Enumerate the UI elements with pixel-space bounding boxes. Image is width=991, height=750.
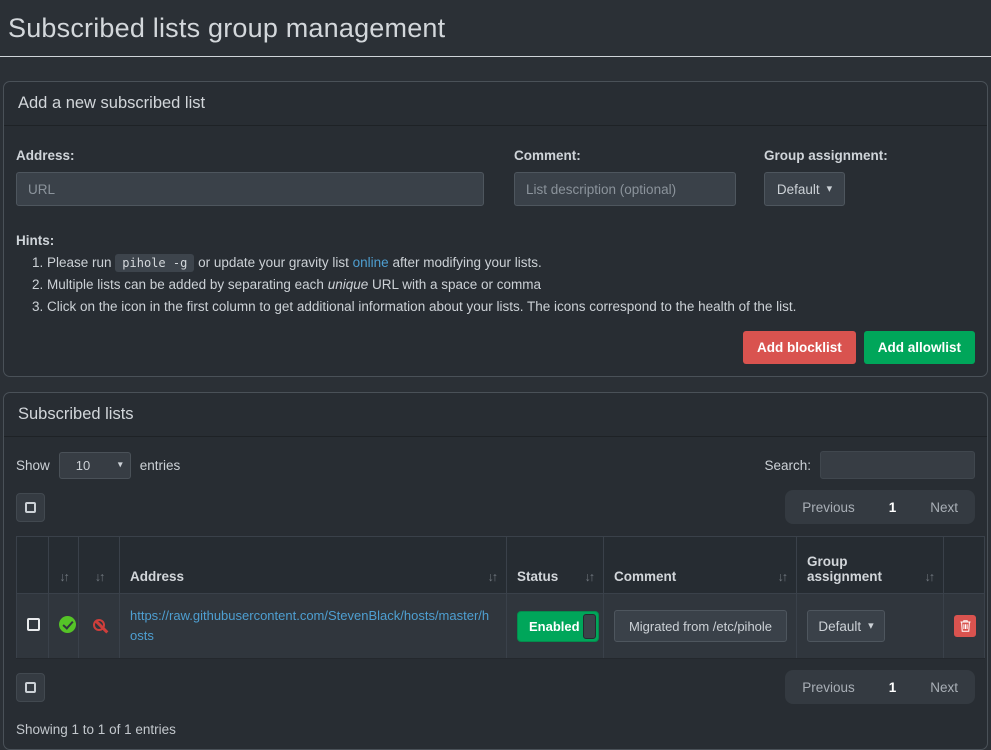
- sort-icon: ↓↑: [924, 570, 935, 584]
- header-status-label: Status: [517, 569, 559, 584]
- subscribed-lists-panel-title: Subscribed lists: [4, 393, 987, 437]
- row-comment-input[interactable]: [614, 610, 787, 642]
- page-length-select[interactable]: 10: [58, 451, 131, 479]
- header-health-sort[interactable]: ↓↑: [48, 536, 79, 594]
- table-row: https://raw.githubusercontent.com/Steven…: [16, 593, 985, 659]
- add-list-panel-title: Add a new subscribed list: [4, 82, 987, 126]
- trash-icon: [960, 620, 970, 632]
- address-label: Address:: [16, 148, 75, 163]
- subscribed-lists-panel: Subscribed lists Show 10 ▾ entries Searc…: [3, 392, 988, 750]
- header-group-assignment[interactable]: Group assignment ↓↑: [796, 536, 944, 594]
- current-page-number[interactable]: 1: [872, 500, 914, 515]
- caret-down-icon: ▾: [868, 619, 874, 632]
- pihole-g-code: pihole -g: [115, 254, 195, 272]
- hints-title: Hints:: [16, 233, 55, 248]
- hint2-text: Multiple lists can be added by separatin…: [47, 277, 328, 292]
- entries-summary: Showing 1 to 1 of 1 entries: [16, 722, 176, 737]
- previous-page-button[interactable]: Previous: [785, 680, 872, 695]
- checkbox-square-icon: [25, 501, 36, 513]
- add-list-form: Address: Comment: Group assignment: Defa…: [16, 138, 975, 206]
- hint3-text: Click on the icon in the first column to…: [47, 299, 797, 314]
- row-group-value: Default: [818, 618, 862, 634]
- list-address-link[interactable]: https://raw.githubusercontent.com/Steven…: [130, 608, 489, 643]
- address-input[interactable]: [16, 172, 484, 206]
- sort-icon: ↓↑: [777, 570, 788, 584]
- header-address[interactable]: Address ↓↑: [119, 536, 507, 594]
- hint-item: Click on the icon in the first column to…: [47, 299, 975, 314]
- entries-label: entries: [139, 457, 181, 473]
- sort-icon: ↓↑: [584, 570, 595, 584]
- sort-icon: ↓↑: [94, 570, 105, 584]
- header-comment[interactable]: Comment ↓↑: [603, 536, 797, 594]
- page-length-control: Show 10 ▾ entries: [16, 451, 181, 479]
- hint1-text: Please run: [47, 255, 116, 270]
- add-list-panel: Add a new subscribed list Address: Comme…: [3, 81, 988, 377]
- search-input[interactable]: [820, 451, 975, 479]
- pagination-top: Previous 1 Next: [785, 490, 975, 524]
- table-header-row: ↓↑ ↓↑ Address ↓↑ Status ↓↑ Comment ↓↑ Group: [16, 536, 985, 594]
- header-actions: [943, 536, 985, 594]
- comment-label: Comment:: [514, 148, 581, 163]
- toggle-knob: [583, 613, 596, 639]
- row-checkbox[interactable]: [27, 618, 40, 631]
- online-link[interactable]: online: [353, 255, 389, 270]
- hints-block: Hints: Please run pihole -g or update yo…: [16, 233, 975, 314]
- add-allowlist-button[interactable]: Add allowlist: [863, 331, 975, 364]
- row-group-dropdown[interactable]: Default ▾: [807, 610, 885, 642]
- show-label: Show: [16, 457, 50, 473]
- comment-input[interactable]: [514, 172, 736, 206]
- group-assignment-label: Group assignment:: [764, 148, 888, 163]
- list-health-ok-icon[interactable]: [59, 616, 76, 633]
- pagination-bottom: Previous 1 Next: [785, 670, 975, 704]
- page-title: Subscribed lists group management: [8, 12, 446, 43]
- hint-item: Multiple lists can be added by separatin…: [47, 277, 975, 292]
- checkbox-square-icon: [25, 681, 36, 693]
- group-assignment-value: Default: [776, 181, 820, 197]
- add-blocklist-button[interactable]: Add blocklist: [742, 331, 856, 364]
- header-address-label: Address: [130, 569, 185, 584]
- search-control: Search:: [764, 451, 975, 479]
- previous-page-button[interactable]: Previous: [785, 500, 872, 515]
- subscribed-lists-table: ↓↑ ↓↑ Address ↓↑ Status ↓↑ Comment ↓↑ Group: [16, 536, 985, 659]
- delete-list-button[interactable]: [954, 615, 976, 637]
- search-label: Search:: [764, 457, 811, 473]
- header-ban-sort[interactable]: ↓↑: [78, 536, 120, 594]
- select-all-button-top[interactable]: [16, 492, 45, 522]
- hint2-text2: URL with a space or comma: [368, 277, 542, 292]
- status-label: Enabled: [529, 618, 580, 634]
- next-page-button[interactable]: Next: [913, 680, 975, 695]
- list-ban-icon[interactable]: [93, 618, 105, 631]
- page-header: Subscribed lists group management: [0, 0, 991, 57]
- status-enabled-toggle[interactable]: Enabled: [517, 610, 599, 642]
- header-select: [16, 536, 49, 594]
- hint1-text3: after modifying your lists.: [388, 255, 542, 270]
- hint-item: Please run pihole -g or update your grav…: [47, 254, 975, 272]
- caret-down-icon: ▾: [826, 182, 833, 195]
- select-all-button-bottom[interactable]: [16, 672, 45, 702]
- group-assignment-dropdown[interactable]: Default ▾: [764, 172, 845, 206]
- header-status[interactable]: Status ↓↑: [506, 536, 604, 594]
- sort-icon: ↓↑: [59, 570, 69, 584]
- next-page-button[interactable]: Next: [913, 500, 975, 515]
- hint1-text2: or update your gravity list: [194, 255, 353, 270]
- current-page-number[interactable]: 1: [872, 680, 914, 695]
- header-comment-label: Comment: [614, 569, 677, 584]
- hint2-emphasis: unique: [327, 277, 369, 292]
- header-group-label: Group assignment: [807, 554, 883, 584]
- sort-icon: ↓↑: [487, 570, 498, 584]
